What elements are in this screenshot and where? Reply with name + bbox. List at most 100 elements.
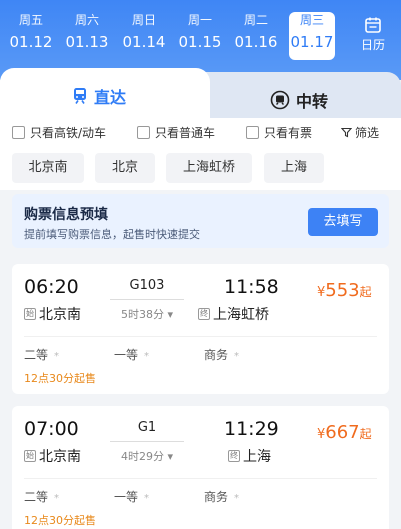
filter-label: 只看高铁/动车 bbox=[30, 126, 107, 140]
route-tabs: 中转 直达 bbox=[0, 68, 401, 122]
prefill-subtitle: 提前填写购票信息，起售时快速提交 bbox=[24, 228, 200, 241]
arrive-time: 11:58 bbox=[224, 276, 279, 298]
duration[interactable]: 4时29分 ▾ bbox=[110, 448, 184, 464]
date-label: 01.16 bbox=[234, 33, 278, 51]
station-chip[interactable]: 北京 bbox=[95, 153, 155, 183]
price-value: 667 bbox=[325, 422, 360, 443]
weekday-label: 周一 bbox=[187, 13, 212, 27]
seat-class: 二等 * bbox=[24, 488, 59, 505]
train-icon bbox=[74, 88, 86, 104]
date-label: 01.12 bbox=[9, 33, 53, 51]
seat-label: 一等 bbox=[114, 490, 139, 504]
calendar-label: 日历 bbox=[360, 38, 385, 52]
checkbox-box bbox=[137, 126, 150, 139]
duration-label: 5时38分 bbox=[120, 308, 164, 321]
seat-class: 商务 * bbox=[204, 346, 239, 363]
weekday-label: 周六 bbox=[74, 13, 99, 27]
results-content: 只看高铁/动车 只看普通车 只看有票 筛选 北京南 北京 上海虹桥 上海 购票信… bbox=[0, 118, 401, 529]
destination-station: 终 上海 bbox=[228, 446, 271, 466]
station-chip[interactable]: 上海 bbox=[264, 153, 324, 183]
filter-high-speed-checkbox[interactable]: 只看高铁/动车 bbox=[12, 124, 106, 141]
train-number: G103 bbox=[129, 278, 165, 293]
filter-normal-checkbox[interactable]: 只看普通车 bbox=[137, 124, 215, 141]
price: ¥667起 bbox=[317, 422, 372, 443]
date-item[interactable]: 周二 01.16 bbox=[233, 12, 279, 62]
duration[interactable]: 5时38分 ▾ bbox=[110, 306, 184, 322]
destination-tag: 终 bbox=[228, 450, 240, 462]
date-item-selected[interactable]: 周三 01.17 bbox=[289, 12, 335, 60]
train-card[interactable]: 06:20 G103 5时38分 ▾ 11:58 ¥553起 始 北京南 终 上… bbox=[12, 264, 389, 394]
origin-name: 北京南 bbox=[39, 307, 81, 323]
seat-label: 一等 bbox=[114, 348, 139, 362]
seat-label: 二等 bbox=[24, 348, 49, 362]
tab-direct[interactable]: 直达 bbox=[0, 68, 210, 122]
funnel-icon bbox=[341, 127, 352, 138]
seat-label: 二等 bbox=[24, 490, 49, 504]
seat-label: 商务 bbox=[204, 490, 229, 504]
origin-tag: 始 bbox=[24, 308, 36, 320]
seat-class: 一等 * bbox=[114, 488, 149, 505]
caret-down-icon: ▾ bbox=[167, 450, 174, 463]
route-line bbox=[110, 441, 184, 442]
status-dot: * bbox=[54, 351, 60, 362]
filter-has-ticket-checkbox[interactable]: 只看有票 bbox=[246, 124, 312, 141]
filter-button-label: 筛选 bbox=[355, 126, 380, 140]
destination-name: 上海虹桥 bbox=[213, 307, 269, 323]
calendar-icon bbox=[365, 17, 381, 33]
tab-transfer[interactable]: 中转 bbox=[200, 72, 401, 122]
seat-class: 一等 * bbox=[114, 346, 149, 363]
seat-class: 二等 * bbox=[24, 346, 59, 363]
origin-station: 始 北京南 bbox=[24, 446, 81, 466]
origin-tag: 始 bbox=[24, 450, 36, 462]
date-item[interactable]: 周日 01.14 bbox=[121, 12, 167, 62]
tab-direct-label: 直达 bbox=[94, 88, 127, 107]
route-line bbox=[110, 299, 184, 300]
status-dot: * bbox=[144, 351, 150, 362]
filter-button[interactable]: 筛选 bbox=[341, 124, 379, 141]
checkbox-box bbox=[246, 126, 259, 139]
train-card[interactable]: 07:00 G1 4时29分 ▾ 11:29 ¥667起 始 北京南 终 上海 … bbox=[12, 406, 389, 529]
price-suffix: 起 bbox=[359, 427, 372, 441]
seat-label: 商务 bbox=[204, 348, 229, 362]
arrive-time: 11:29 bbox=[224, 418, 279, 440]
transfer-train-icon bbox=[270, 90, 290, 110]
date-label: 01.14 bbox=[122, 33, 166, 51]
date-label: 01.15 bbox=[178, 33, 222, 51]
price: ¥553起 bbox=[317, 280, 372, 301]
tab-transfer-label: 中转 bbox=[296, 92, 329, 111]
date-item[interactable]: 周一 01.15 bbox=[177, 12, 223, 62]
sale-time: 12点30分起售 bbox=[24, 514, 96, 527]
checkbox-box bbox=[12, 126, 25, 139]
sale-time: 12点30分起售 bbox=[24, 372, 96, 385]
date-item[interactable]: 周五 01.12 bbox=[8, 12, 54, 62]
filter-label: 只看普通车 bbox=[155, 126, 216, 140]
weekday-label: 周三 bbox=[299, 13, 324, 27]
prefill-title: 购票信息预填 bbox=[24, 207, 108, 223]
date-label: 01.17 bbox=[290, 33, 334, 51]
divider bbox=[24, 336, 377, 337]
status-dot: * bbox=[144, 493, 150, 504]
station-chip[interactable]: 上海虹桥 bbox=[166, 153, 252, 183]
station-chip[interactable]: 北京南 bbox=[12, 153, 84, 183]
depart-time: 06:20 bbox=[24, 276, 79, 298]
divider bbox=[24, 478, 377, 479]
date-label: 01.13 bbox=[65, 33, 109, 51]
prefill-banner: 购票信息预填 提前填写购票信息，起售时快速提交 去填写 bbox=[12, 194, 389, 248]
status-dot: * bbox=[54, 493, 60, 504]
depart-time: 07:00 bbox=[24, 418, 79, 440]
train-number: G1 bbox=[137, 420, 157, 435]
destination-tag: 终 bbox=[198, 308, 210, 320]
weekday-label: 周日 bbox=[131, 13, 156, 27]
calendar-button[interactable]: 日历 bbox=[355, 16, 391, 53]
origin-name: 北京南 bbox=[39, 449, 81, 465]
seat-class: 商务 * bbox=[204, 488, 239, 505]
date-item[interactable]: 周六 01.13 bbox=[64, 12, 110, 62]
origin-station: 始 北京南 bbox=[24, 304, 81, 324]
price-suffix: 起 bbox=[359, 285, 372, 299]
filter-label: 只看有票 bbox=[264, 126, 313, 140]
status-dot: * bbox=[234, 351, 240, 362]
weekday-label: 周二 bbox=[243, 13, 268, 27]
duration-label: 4时29分 bbox=[120, 450, 164, 463]
weekday-label: 周五 bbox=[18, 13, 43, 27]
prefill-button[interactable]: 去填写 bbox=[308, 208, 378, 236]
